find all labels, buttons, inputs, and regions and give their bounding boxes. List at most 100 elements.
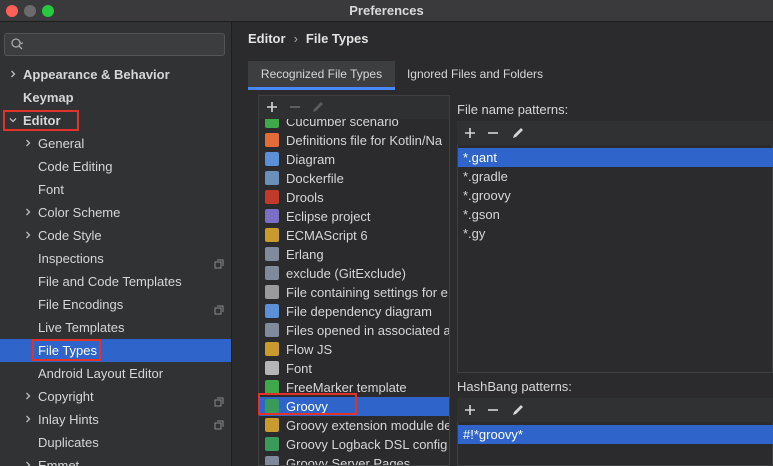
title-bar: Preferences <box>0 0 773 22</box>
file-types-toolbar <box>259 96 449 119</box>
sidebar-item-appearance-behavior[interactable]: Appearance & Behavior <box>0 63 231 86</box>
chevron-right-icon[interactable] <box>23 414 33 424</box>
hashbang-patterns-title: HashBang patterns: <box>457 379 572 394</box>
sidebar-item-font[interactable]: Font <box>0 178 231 201</box>
file-type-icon <box>265 456 279 465</box>
sidebar-item-inspections[interactable]: Inspections <box>0 247 231 270</box>
sidebar-item-keymap[interactable]: Keymap <box>0 86 231 109</box>
file-type-icon <box>265 361 279 375</box>
file-type-row-erlang[interactable]: Erlang <box>259 245 449 264</box>
file-name-pattern-row[interactable]: *.gson <box>458 205 773 224</box>
remove-pattern-button[interactable] <box>485 125 501 141</box>
file-type-icon <box>265 133 279 147</box>
file-name-patterns-title: File name patterns: <box>457 102 569 117</box>
remove-hashbang-button[interactable] <box>485 402 501 418</box>
tab-label: Recognized File Types <box>260 67 383 81</box>
file-type-row-ecmascript-6[interactable]: ECMAScript 6 <box>259 226 449 245</box>
project-scope-icon <box>214 253 224 269</box>
file-type-row-diagram[interactable]: Diagram <box>259 150 449 169</box>
sidebar-item-general[interactable]: General <box>0 132 231 155</box>
file-type-icon <box>265 209 279 223</box>
sidebar-item-label: Emmet <box>38 458 80 466</box>
edit-file-type-button[interactable] <box>310 99 326 115</box>
window-title: Preferences <box>349 3 424 18</box>
file-name-pattern-row[interactable]: *.gy <box>458 224 773 243</box>
sidebar-item-inlay-hints[interactable]: Inlay Hints <box>0 408 231 431</box>
file-type-label: Groovy Logback DSL config <box>286 437 448 452</box>
hashbang-patterns-toolbar <box>457 398 773 422</box>
sidebar-item-color-scheme[interactable]: Color Scheme <box>0 201 231 224</box>
file-type-row-font[interactable]: Font <box>259 359 449 378</box>
file-type-row-drools[interactable]: Drools <box>259 188 449 207</box>
tab-ignored-files-and-folders[interactable]: Ignored Files and Folders <box>397 61 553 90</box>
file-type-icon <box>265 247 279 261</box>
search-icon <box>10 37 24 51</box>
edit-hashbang-button[interactable] <box>510 402 526 418</box>
file-type-label: Font <box>286 361 313 376</box>
file-name-patterns-section: File name patterns: *.gant *.gradle *.groo… <box>457 102 773 377</box>
file-type-icon <box>265 152 279 166</box>
settings-sidebar: Appearance & Behavior Keymap Editor General… <box>0 22 232 466</box>
file-type-icon <box>265 304 279 318</box>
remove-file-type-button[interactable] <box>287 99 303 115</box>
breadcrumb-separator: › <box>293 31 298 46</box>
file-type-row-eclipse-project[interactable]: Eclipse project <box>259 207 449 226</box>
file-name-pattern-row[interactable]: *.groovy <box>458 186 773 205</box>
file-type-row-dockerfile[interactable]: Dockerfile <box>259 169 449 188</box>
hashbang-patterns-section: HashBang patterns: #!*groovy* <box>457 379 773 466</box>
file-type-label: Dockerfile <box>286 171 344 186</box>
file-type-row-definitions-file-for-kotlin-na[interactable]: Definitions file for Kotlin/Na <box>259 131 449 150</box>
file-type-row-files-opened-in-associated-a[interactable]: Files opened in associated a <box>259 321 450 340</box>
project-scope-icon <box>214 414 224 430</box>
sidebar-item-file-encodings[interactable]: File Encodings <box>0 293 231 316</box>
sidebar-item-label: Inspections <box>38 251 104 266</box>
sidebar-item-live-templates[interactable]: Live Templates <box>0 316 231 339</box>
add-file-type-button[interactable] <box>264 99 280 115</box>
file-type-label: Erlang <box>286 247 324 262</box>
sidebar-item-copyright[interactable]: Copyright <box>0 385 231 408</box>
chevron-right-icon[interactable] <box>23 138 33 148</box>
file-type-row-groovy-logback-dsl-config[interactable]: Groovy Logback DSL config <box>259 435 449 454</box>
sidebar-item-emmet[interactable]: Emmet <box>0 454 231 466</box>
add-hashbang-button[interactable] <box>462 402 478 418</box>
sidebar-item-code-editing[interactable]: Code Editing <box>0 155 231 178</box>
sidebar-item-label: Font <box>38 182 65 197</box>
sidebar-item-label: General <box>38 136 85 151</box>
file-type-icon <box>265 323 279 337</box>
file-type-icon <box>265 228 279 242</box>
file-name-pattern-row[interactable]: *.gradle <box>458 167 773 186</box>
file-type-label: Drools <box>286 190 324 205</box>
file-type-row-exclude-gitexclude[interactable]: exclude (GitExclude) <box>259 264 449 283</box>
chevron-right-icon[interactable] <box>23 460 33 466</box>
sidebar-item-label: Code Editing <box>38 159 113 174</box>
file-type-row-groovy-server-pages[interactable]: Groovy Server Pages <box>259 454 449 465</box>
sidebar-item-android-layout-editor[interactable]: Android Layout Editor <box>0 362 231 385</box>
chevron-right-icon[interactable] <box>8 69 18 79</box>
chevron-right-icon[interactable] <box>23 230 33 240</box>
hashbang-pattern-row[interactable]: #!*groovy* <box>458 425 773 444</box>
file-type-row-groovy-extension-module-de[interactable]: Groovy extension module de <box>259 416 449 435</box>
file-type-label: Flow JS <box>286 342 333 357</box>
search-input[interactable] <box>4 33 225 56</box>
file-name-pattern-row[interactable]: *.gant <box>458 148 773 167</box>
sidebar-item-file-and-code-templates[interactable]: File and Code Templates <box>0 270 231 293</box>
tab-recognized-file-types[interactable]: Recognized File Types <box>248 61 395 90</box>
sidebar-item-code-style[interactable]: Code Style <box>0 224 231 247</box>
sidebar-item-duplicates[interactable]: Duplicates <box>0 431 231 454</box>
sidebar-item-label: Android Layout Editor <box>38 366 164 381</box>
edit-pattern-button[interactable] <box>510 125 526 141</box>
file-type-icon <box>265 342 279 356</box>
file-type-row-flow-js[interactable]: Flow JS <box>259 340 449 359</box>
file-type-label: Definitions file for Kotlin/Na <box>286 133 443 148</box>
file-name-patterns-list[interactable]: *.gant *.gradle *.groovy *.gson *.gy <box>457 145 773 373</box>
file-type-label: Files opened in associated a <box>286 323 450 338</box>
sidebar-item-label: Color Scheme <box>38 205 121 220</box>
chevron-right-icon[interactable] <box>23 207 33 217</box>
chevron-right-icon[interactable] <box>23 391 33 401</box>
file-type-row-file-dependency-diagram[interactable]: File dependency diagram <box>259 302 449 321</box>
file-type-row-file-containing-settings-for-e[interactable]: File containing settings for e <box>259 283 449 302</box>
breadcrumb-parent[interactable]: Editor <box>248 31 286 46</box>
hashbang-patterns-list[interactable]: #!*groovy* <box>457 422 773 466</box>
tab-label: Ignored Files and Folders <box>406 67 544 81</box>
add-pattern-button[interactable] <box>462 125 478 141</box>
